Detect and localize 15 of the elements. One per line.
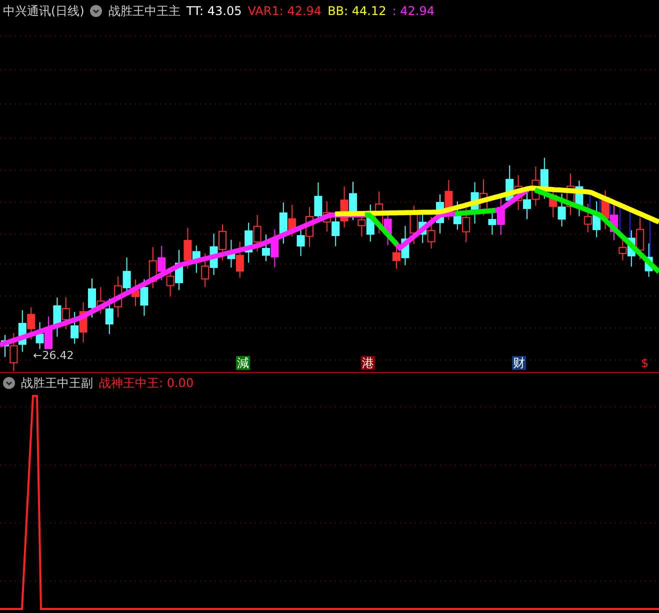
indicator-value: 战神王中王: 0.00 [99,374,194,392]
indicator-name: 战胜王中王主 [108,2,180,20]
collapse-icon[interactable] [3,377,15,389]
signal-marker: 财 [512,356,526,370]
signal-marker: 港 [361,356,375,370]
signal-marker: $ [640,356,650,370]
indicator-name: 战胜王中王副 [21,374,93,392]
indicator-value: VAR1: 42.94 [248,4,322,18]
price-label: ←26.42 [32,349,75,362]
stock-title: 中兴通讯(日线) [3,2,84,20]
signal-marker: 減 [236,356,250,370]
indicator-value: : 42.94 [392,4,434,18]
indicator-value: BB: 44.12 [328,4,386,18]
indicator-value: TT: 43.05 [186,4,242,18]
collapse-icon[interactable] [90,5,102,17]
